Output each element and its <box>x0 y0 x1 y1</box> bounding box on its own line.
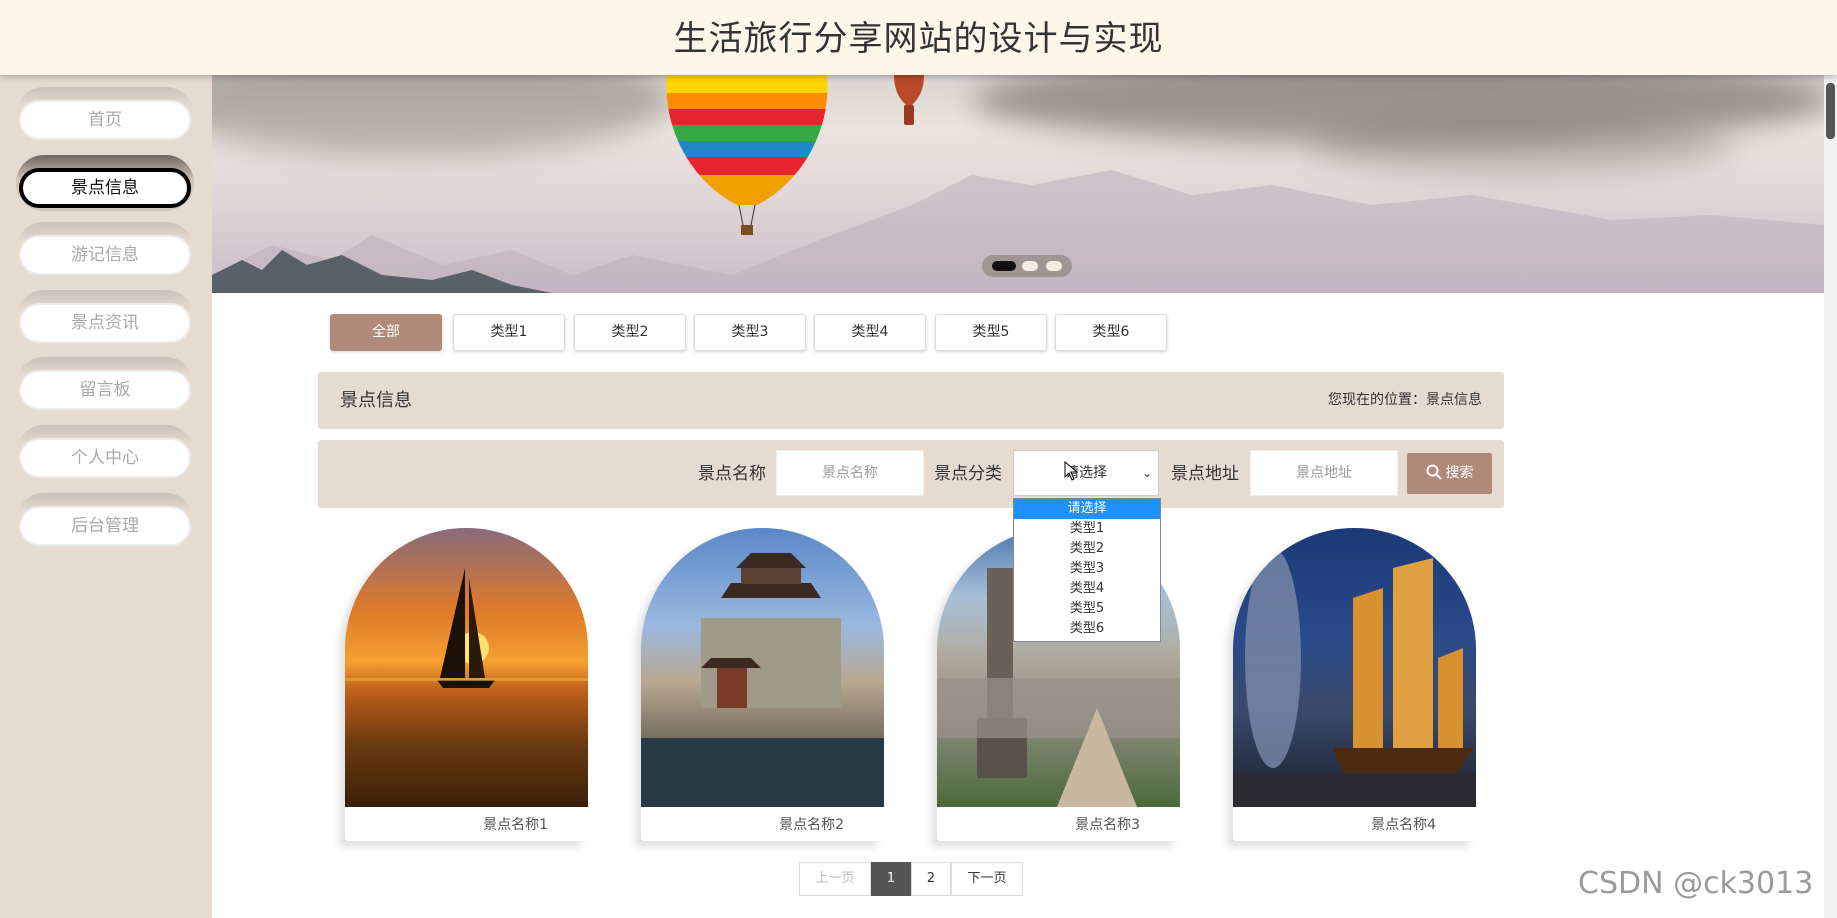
attraction-card[interactable]: 景点名称2 <box>641 528 884 841</box>
tab-type4[interactable]: 类型4 <box>814 314 926 351</box>
dropdown-option[interactable]: 类型2 <box>1014 539 1160 559</box>
watermark: CSDN @ck3013 <box>1578 866 1814 901</box>
search-icon <box>1426 464 1442 480</box>
tab-type2[interactable]: 类型2 <box>574 314 686 351</box>
hot-air-balloon-image <box>666 75 828 235</box>
card-title: 景点名称4 <box>1371 817 1436 833</box>
search-button-label: 搜索 <box>1445 465 1474 481</box>
sidebar-item-label: 个人中心 <box>19 438 191 478</box>
dropdown-option[interactable]: 类型4 <box>1014 579 1160 599</box>
dropdown-option[interactable]: 类型3 <box>1014 559 1160 579</box>
prev-page-button[interactable]: 上一页 <box>799 862 871 896</box>
sidebar-item-label: 景点信息 <box>19 168 191 208</box>
tab-type5[interactable]: 类型5 <box>935 314 1047 351</box>
address-input[interactable]: 景点地址 <box>1250 450 1398 496</box>
carousel-dot[interactable] <box>992 261 1016 271</box>
sidebar-item-label: 后台管理 <box>19 506 191 546</box>
sidebar-item-label: 游记信息 <box>19 235 191 275</box>
mouse-cursor-icon <box>1064 461 1078 481</box>
dropdown-option[interactable]: 类型6 <box>1014 619 1160 639</box>
sidebar-nav: 首页 景点信息 游记信息 景点资讯 留言板 个人中心 后台管理 <box>0 75 212 918</box>
search-button[interactable]: 搜索 <box>1407 453 1492 494</box>
site-title: 生活旅行分享网站的设计与实现 <box>673 19 1164 59</box>
next-page-button[interactable]: 下一页 <box>951 862 1023 896</box>
page-scrollbar[interactable] <box>1824 75 1837 918</box>
sidebar-item-attractions[interactable]: 景点信息 <box>16 155 194 211</box>
sidebar-item-travelogues[interactable]: 游记信息 <box>16 222 194 278</box>
carousel-indicators <box>982 255 1072 277</box>
small-balloon-image <box>894 75 924 125</box>
dropdown-option[interactable]: 类型1 <box>1014 519 1160 539</box>
category-dropdown-list: 请选择 类型1 类型2 类型3 类型4 类型5 类型6 <box>1013 498 1161 642</box>
tab-type1[interactable]: 类型1 <box>453 314 565 351</box>
sidebar-item-messages[interactable]: 留言板 <box>16 357 194 413</box>
attraction-card[interactable]: 景点名称4 <box>1233 528 1476 841</box>
sidebar-item-admin[interactable]: 后台管理 <box>16 493 194 549</box>
tab-type6[interactable]: 类型6 <box>1055 314 1167 351</box>
page-2-button[interactable]: 2 <box>911 862 951 896</box>
tab-all[interactable]: 全部 <box>330 314 442 351</box>
banner-carousel <box>212 75 1824 293</box>
chevron-down-icon: ⌄ <box>1141 466 1152 480</box>
junk-boat-night-image <box>1233 528 1476 807</box>
sailboat-sunset-image <box>345 528 588 807</box>
card-title: 景点名称3 <box>1075 817 1140 833</box>
page-1-button[interactable]: 1 <box>871 862 911 896</box>
search-bar: 景点名称 景点名称 景点分类 请选择 ⌄ 景点地址 景点地址 搜索 <box>318 440 1504 508</box>
scrollbar-thumb[interactable] <box>1826 83 1835 139</box>
attraction-card[interactable]: 景点名称1 <box>345 528 588 841</box>
tab-type3[interactable]: 类型3 <box>694 314 806 351</box>
sidebar-item-label: 首页 <box>19 100 191 140</box>
sidebar-item-profile[interactable]: 个人中心 <box>16 425 194 481</box>
carousel-dot[interactable] <box>1046 261 1062 271</box>
category-label: 景点分类 <box>934 464 1002 484</box>
name-label: 景点名称 <box>698 464 766 484</box>
sidebar-item-label: 留言板 <box>19 370 191 410</box>
sidebar-item-home[interactable]: 首页 <box>16 87 194 143</box>
dropdown-option[interactable]: 请选择 <box>1014 499 1160 519</box>
category-select[interactable]: 请选择 ⌄ <box>1013 450 1159 496</box>
address-label: 景点地址 <box>1171 464 1239 484</box>
section-title-bar: 景点信息 您现在的位置：景点信息 <box>318 372 1504 429</box>
carousel-dot[interactable] <box>1022 261 1038 271</box>
sidebar-item-news[interactable]: 景点资讯 <box>16 290 194 346</box>
card-title: 景点名称2 <box>779 817 844 833</box>
section-title: 景点信息 <box>340 390 412 411</box>
card-title: 景点名称1 <box>483 817 548 833</box>
dropdown-option[interactable]: 类型5 <box>1014 599 1160 619</box>
breadcrumb: 您现在的位置：景点信息 <box>1328 392 1482 408</box>
name-input[interactable]: 景点名称 <box>776 450 924 496</box>
sidebar-item-label: 景点资讯 <box>19 303 191 343</box>
pagoda-lake-image <box>641 528 884 807</box>
site-header: 生活旅行分享网站的设计与实现 <box>0 0 1837 75</box>
